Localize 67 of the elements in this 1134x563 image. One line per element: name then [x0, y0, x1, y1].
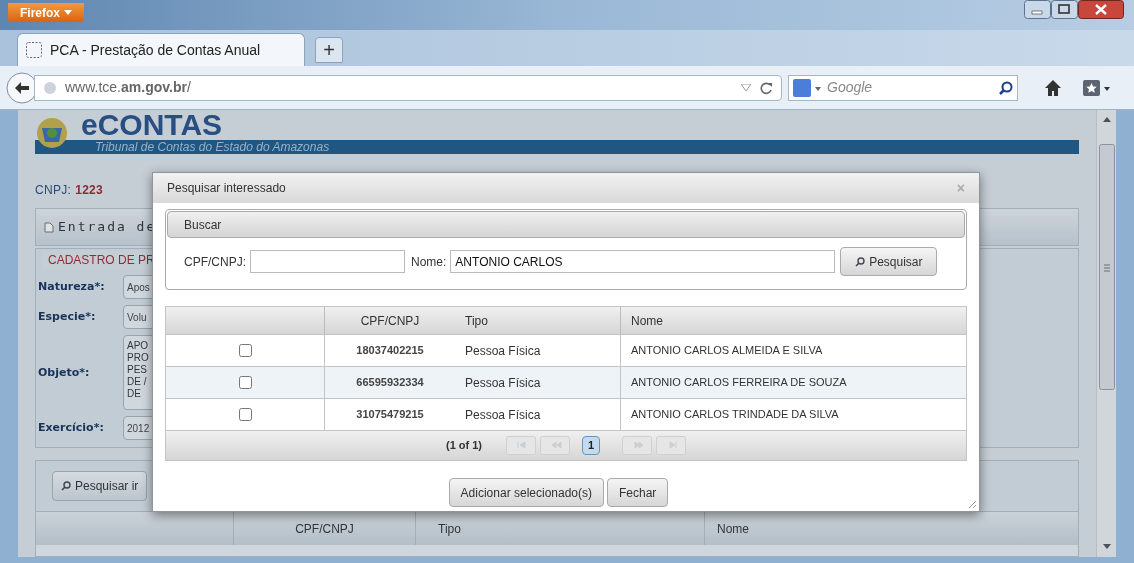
logo-text: eCONTAS: [81, 110, 224, 140]
header-subtitle: Tribunal de Contas do Estado do Amazonas: [94, 140, 330, 154]
resize-grip-icon[interactable]: [969, 501, 976, 508]
url-text[interactable]: www.tce.am.gov.br/: [65, 77, 191, 98]
column-header: Nome: [716, 520, 750, 538]
textarea-line: DE: [127, 388, 142, 400]
textarea-line: PES: [127, 364, 147, 376]
caret-icon: [64, 10, 72, 15]
browser-tab[interactable]: PCA - Prestação de Contas Anual: [17, 33, 305, 66]
scrollbar[interactable]: [1096, 110, 1116, 557]
cpf-label: CPF/CNPJ:: [184, 253, 246, 271]
emblem-icon: [35, 116, 69, 150]
table-cell-text: 31075479215: [355, 407, 425, 423]
dropdown-icon[interactable]: [741, 84, 751, 91]
search-button[interactable]: Pesquisar ir: [52, 471, 148, 501]
cnpj-value: 1223: [75, 182, 104, 199]
table-cell-text: ANTONIO CARLOS TRINDADE DA SILVA: [630, 407, 840, 423]
tab-title: PCA - Prestação de Contas Anual: [50, 40, 261, 60]
search-field[interactable]: Google: [788, 74, 1018, 101]
table-cell-text: 18037402215: [355, 343, 425, 359]
search-icon: [855, 256, 866, 267]
cnpj-label: CNPJ:: [35, 182, 72, 199]
globe-icon: [43, 80, 57, 95]
minimize-icon[interactable]: [1024, 0, 1051, 19]
table-cell-text: ANTONIO CARLOS FERREIRA DE SOUZA: [630, 375, 848, 391]
textarea-line: PRO: [127, 352, 149, 364]
checkbox[interactable]: [238, 344, 252, 357]
dialog-title: Pesquisar interessado: [167, 180, 286, 197]
search-placeholder: Google: [827, 78, 873, 97]
scroll-down-icon[interactable]: [1102, 544, 1111, 549]
table-row[interactable]: 18037402215 Pessoa Física ANTONIO CARLOS ALMEIDA E SILVA: [166, 334, 966, 366]
search-icon[interactable]: [999, 80, 1013, 95]
field-label: Especie*:: [38, 310, 96, 324]
search-engine-icon[interactable]: [793, 77, 823, 98]
maximize-icon[interactable]: [1051, 0, 1078, 19]
column-header: Nome: [630, 312, 664, 330]
search-icon: [61, 481, 71, 491]
dialog-button[interactable]: Adicionar selecionado(s): [448, 478, 604, 507]
checkbox[interactable]: [238, 408, 252, 421]
field-label: Exercício*:: [38, 421, 104, 435]
name-label: Nome:: [411, 253, 447, 271]
document-icon: [44, 221, 54, 233]
reload-icon[interactable]: [759, 80, 773, 95]
dialog-button[interactable]: Fechar: [607, 478, 669, 507]
section-header: Buscar: [167, 211, 965, 238]
table-cell-text: ANTONIO CARLOS ALMEIDA E SILVA: [630, 343, 824, 359]
page-icon: [26, 42, 42, 58]
table-row[interactable]: 31075479215 Pessoa Física ANTONIO CARLOS TRINDADE DA SILVA: [166, 398, 966, 430]
home-icon[interactable]: [1044, 78, 1062, 97]
scroll-up-icon[interactable]: [1102, 117, 1111, 122]
search-button[interactable]: Pesquisar: [840, 247, 938, 276]
page-summary: (1 of 1): [445, 438, 483, 454]
page-button[interactable]: 1: [582, 436, 601, 455]
field-label: Natureza*:: [38, 280, 105, 294]
table-cell-text: 66595932334: [355, 375, 425, 391]
textarea-line: APO: [127, 340, 149, 352]
new-tab-button[interactable]: +: [315, 37, 343, 63]
cpf-input[interactable]: [250, 250, 405, 273]
scroll-thumb[interactable]: [1098, 144, 1115, 390]
name-input[interactable]: ANTONIO CARLOS: [450, 250, 836, 273]
textarea-line: DE /: [127, 376, 147, 388]
column-header: CPF/CNPJ: [359, 312, 421, 330]
bookmarks-icon[interactable]: [1082, 77, 1112, 98]
checkbox[interactable]: [238, 376, 252, 389]
close-icon[interactable]: [1078, 0, 1124, 19]
field-label: Objeto*:: [38, 365, 90, 380]
table-row[interactable]: 66595932334 Pessoa Física ANTONIO CARLOS FERREIRA DE SOUZA: [166, 366, 966, 398]
